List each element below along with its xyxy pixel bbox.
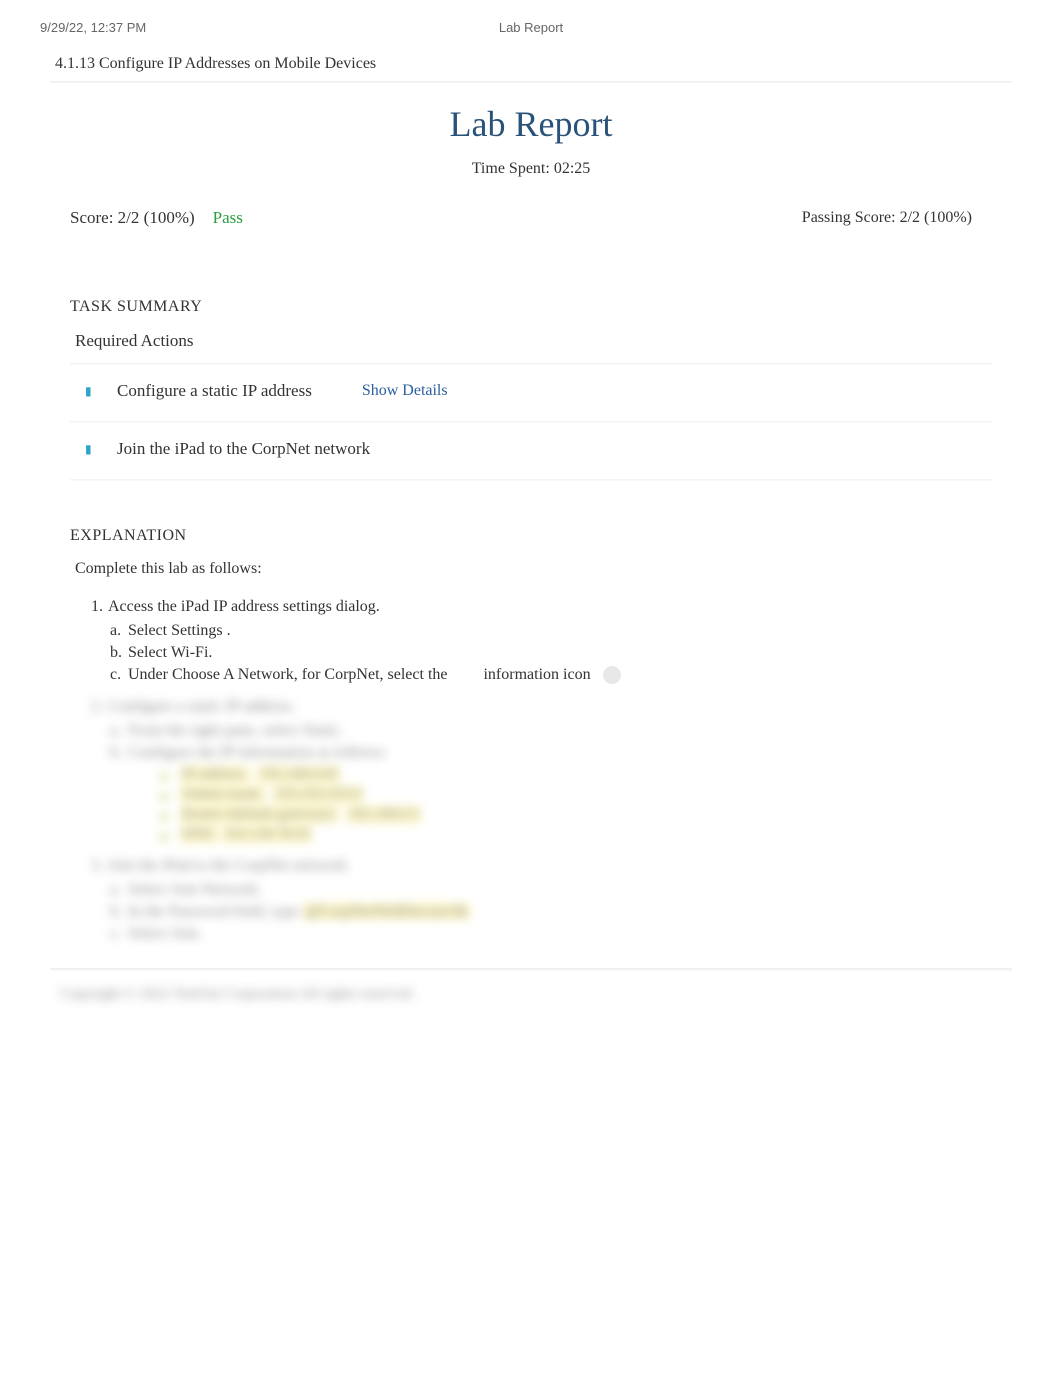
substep-3c: c. Select Join. — [110, 925, 982, 943]
substep-text: Select Settings . — [128, 622, 231, 640]
time-spent: Time Spent: 02:25 — [0, 160, 1062, 208]
step-number: 1. — [85, 598, 103, 616]
info-icon — [603, 666, 621, 684]
bullet-icon — [160, 813, 168, 821]
substep-letter: c. — [110, 666, 128, 684]
bullet-icon — [160, 833, 168, 841]
explanation-intro: Complete this lab as follows: — [0, 560, 1062, 598]
substep-3b: b. In the Password field, type @CorpNetW… — [110, 903, 982, 921]
substep-text: Select Wi-Fi. — [128, 644, 212, 662]
substep-letter: b. — [110, 644, 128, 662]
substep-text: Under Choose A Network, for CorpNet, sel… — [128, 666, 621, 684]
bullet-icon — [160, 773, 168, 781]
bullet-icon — [160, 793, 168, 801]
task-label: Join the iPad to the CorpNet network — [117, 439, 370, 459]
step-3: 3. Join the iPad to the CorpNet network. — [85, 857, 982, 875]
check-icon: ▮ — [85, 384, 97, 399]
blurred-content: 2. Configure a static IP address. a. Fro… — [85, 698, 982, 943]
header-meta: 9/29/22, 12:37 PM Lab Report — [0, 0, 1062, 45]
substep-3a: a. Select Join Network. — [110, 881, 982, 899]
page-title: Lab Report — [0, 83, 1062, 160]
show-details-link[interactable]: Show Details — [362, 382, 448, 400]
check-icon: ▮ — [85, 442, 97, 457]
score-row: Score: 2/2 (100%) Pass Passing Score: 2/… — [0, 208, 1062, 268]
bullet-item: IP address: 192.168.0.65 — [160, 766, 982, 783]
step-1: 1. Access the iPad IP address settings d… — [85, 598, 982, 616]
task-summary-heading: TASK SUMMARY — [0, 268, 1062, 331]
required-actions-label: Required Actions — [0, 331, 1062, 363]
score-text: Score: 2/2 (100%) — [70, 208, 195, 228]
pass-badge: Pass — [213, 208, 243, 228]
task-row: ▮ Configure a static IP address Show Det… — [70, 371, 992, 413]
step-text: Access the iPad IP address settings dial… — [108, 598, 380, 616]
bullet-item: Router (default gateway): 192.168.0.5 — [160, 806, 982, 823]
section-title: 4.1.13 Configure IP Addresses on Mobile … — [0, 45, 1062, 81]
task-row: ▮ Join the iPad to the CorpNet network — [70, 429, 992, 471]
explanation-heading: EXPLANATION — [0, 487, 1062, 560]
divider — [50, 968, 1012, 971]
steps-container: 1. Access the iPad IP address settings d… — [0, 598, 1062, 943]
substep-2a: a. From the right pane, select Static. — [110, 722, 982, 740]
passing-score: Passing Score: 2/2 (100%) — [802, 209, 972, 227]
divider — [70, 363, 992, 365]
divider — [70, 421, 992, 423]
task-label: Configure a static IP address — [117, 381, 312, 401]
timestamp: 9/29/22, 12:37 PM — [40, 20, 146, 35]
bullet-item: Subnet mask: 255.255.255.0 — [160, 786, 982, 803]
doc-title-meta: Lab Report — [499, 20, 563, 35]
substep-1b: b. Select Wi-Fi. — [110, 644, 982, 662]
step-2: 2. Configure a static IP address. — [85, 698, 982, 716]
substep-1c: c. Under Choose A Network, for CorpNet, … — [110, 666, 982, 684]
substep-1a: a. Select Settings . — [110, 622, 982, 640]
bullet-item: DNS: 163.128.78.93 — [160, 826, 982, 843]
divider — [70, 479, 992, 481]
copyright: Copyright © 2022 TestOut Corporation All… — [0, 971, 1062, 1003]
substep-2b: b. Configure the IP information as follo… — [110, 744, 982, 762]
substep-letter: a. — [110, 622, 128, 640]
